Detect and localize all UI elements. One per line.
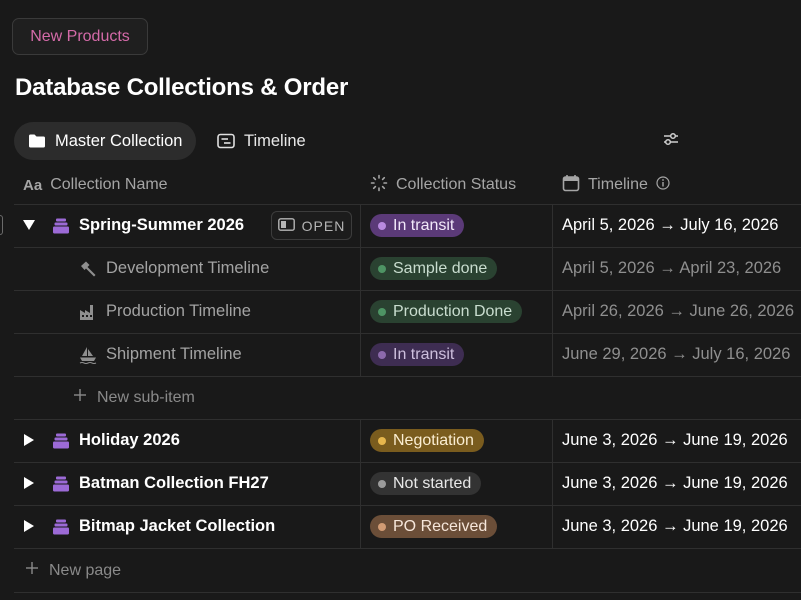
expand-toggle-icon[interactable] — [20, 474, 38, 492]
expand-toggle-icon[interactable] — [20, 517, 38, 535]
collection-name[interactable]: Batman Collection FH27 — [79, 462, 269, 505]
status-badge: Production Done — [370, 300, 523, 323]
collection-name[interactable]: Spring-Summer 2026 — [79, 204, 244, 247]
status-cell[interactable]: Production Done — [370, 290, 523, 333]
status-dot — [378, 307, 386, 316]
sliders-icon — [662, 131, 680, 152]
folder-icon — [28, 133, 46, 149]
row-divider — [14, 592, 801, 593]
status-badge: Not started — [370, 472, 482, 495]
open-button-label: OPEN — [301, 217, 346, 234]
factory-icon — [79, 290, 97, 333]
status-cell[interactable]: PO Received — [370, 505, 498, 548]
table-row[interactable]: Batman Collection FH27 Not started June … — [0, 462, 801, 505]
text-property-icon: Aa — [23, 176, 43, 194]
status-dot — [378, 479, 386, 488]
plus-icon — [73, 388, 87, 407]
new-sub-item-button[interactable]: New sub-item — [73, 388, 195, 407]
status-label: PO Received — [393, 517, 488, 535]
collection-name[interactable]: Holiday 2026 — [79, 419, 180, 462]
status-cell[interactable]: Negotiation — [370, 419, 484, 462]
status-dot — [378, 522, 386, 531]
status-label: In transit — [393, 345, 455, 363]
timeline-dates[interactable]: June 3, 2026 → June 19, 2026 — [562, 419, 788, 462]
status-cell[interactable]: In transit — [370, 204, 465, 247]
collection-stack-icon — [52, 204, 70, 247]
timeline-dates[interactable]: June 3, 2026 → June 19, 2026 — [562, 462, 788, 505]
sub-item-name[interactable]: Shipment Timeline — [106, 333, 242, 376]
row-divider — [14, 548, 801, 549]
page-title: Database Collections & Order — [15, 74, 349, 101]
sub-item-name[interactable]: Production Timeline — [106, 290, 251, 333]
timeline-dates[interactable]: June 29, 2026 → July 16, 2026 — [562, 333, 790, 376]
status-dot — [378, 350, 386, 359]
table-row[interactable]: Shipment Timeline In transit June 29, 20… — [0, 333, 801, 376]
status-dot — [378, 264, 386, 273]
collection-stack-icon — [52, 419, 70, 462]
info-icon[interactable] — [656, 175, 670, 195]
tab-master-collection[interactable]: Master Collection — [14, 122, 197, 160]
tab-label: Master Collection — [55, 131, 183, 150]
collapse-toggle-icon[interactable] — [20, 216, 38, 234]
table-row[interactable]: Production Timeline Production Done Apri… — [0, 290, 801, 333]
column-header-status[interactable]: Collection Status — [370, 170, 516, 200]
ship-icon — [79, 333, 97, 376]
timeline-dates[interactable]: June 3, 2026 → June 19, 2026 — [562, 505, 788, 548]
table-row[interactable]: Spring-Summer 2026 In transit April 5, 2… — [0, 204, 801, 247]
status-cell[interactable]: Sample done — [370, 247, 498, 290]
status-badge: In transit — [370, 214, 465, 237]
timeline-dates[interactable]: April 5, 2026 → April 23, 2026 — [562, 247, 781, 290]
column-header-label: Collection Name — [50, 176, 168, 193]
status-dot — [378, 436, 386, 445]
tab-timeline[interactable]: Timeline — [203, 122, 320, 160]
table-row[interactable]: Bitmap Jacket Collection PO Received Jun… — [0, 505, 801, 548]
row-divider — [14, 376, 801, 377]
side-peek-icon — [277, 217, 295, 234]
column-header-label: Collection Status — [396, 176, 517, 193]
plus-icon — [25, 561, 39, 580]
hammer-icon — [79, 247, 97, 290]
timeline-icon — [217, 133, 235, 149]
new-page-label: New page — [49, 561, 122, 579]
status-cell[interactable]: Not started — [370, 462, 482, 505]
timeline-dates[interactable]: April 5, 2026 → July 16, 2026 — [562, 204, 778, 247]
new-products-chip[interactable]: New Products — [12, 18, 148, 55]
filter-settings-button[interactable] — [660, 130, 682, 152]
new-page-button[interactable]: New page — [25, 561, 121, 580]
status-property-icon — [370, 174, 388, 197]
column-header-label: Timeline — [588, 176, 648, 193]
status-badge: In transit — [370, 343, 465, 366]
collection-name[interactable]: Bitmap Jacket Collection — [79, 505, 275, 548]
status-badge: Sample done — [370, 257, 498, 280]
status-label: Negotiation — [393, 431, 474, 449]
collection-stack-icon — [52, 505, 70, 548]
tab-label: Timeline — [244, 131, 306, 150]
table-row[interactable]: Holiday 2026 Negotiation June 3, 2026 → … — [0, 419, 801, 462]
table-row[interactable]: Development Timeline Sample done April 5… — [0, 247, 801, 290]
new-sub-item-label: New sub-item — [97, 388, 195, 406]
column-header-timeline[interactable]: Timeline — [562, 170, 670, 200]
sub-item-name[interactable]: Development Timeline — [106, 247, 269, 290]
timeline-dates[interactable]: April 26, 2026 → June 26, 2026 — [562, 290, 794, 333]
status-label: Sample done — [393, 259, 488, 277]
status-label: In transit — [393, 216, 455, 234]
status-badge: Negotiation — [370, 429, 484, 452]
status-cell[interactable]: In transit — [370, 333, 465, 376]
status-dot — [378, 221, 386, 230]
column-header-name[interactable]: Aa Collection Name — [23, 170, 168, 200]
collection-stack-icon — [52, 462, 70, 505]
status-label: Production Done — [393, 302, 513, 320]
open-button[interactable]: OPEN — [271, 211, 352, 240]
status-label: Not started — [393, 474, 472, 492]
calendar-icon — [562, 174, 580, 197]
status-badge: PO Received — [370, 515, 498, 538]
expand-toggle-icon[interactable] — [20, 431, 38, 449]
